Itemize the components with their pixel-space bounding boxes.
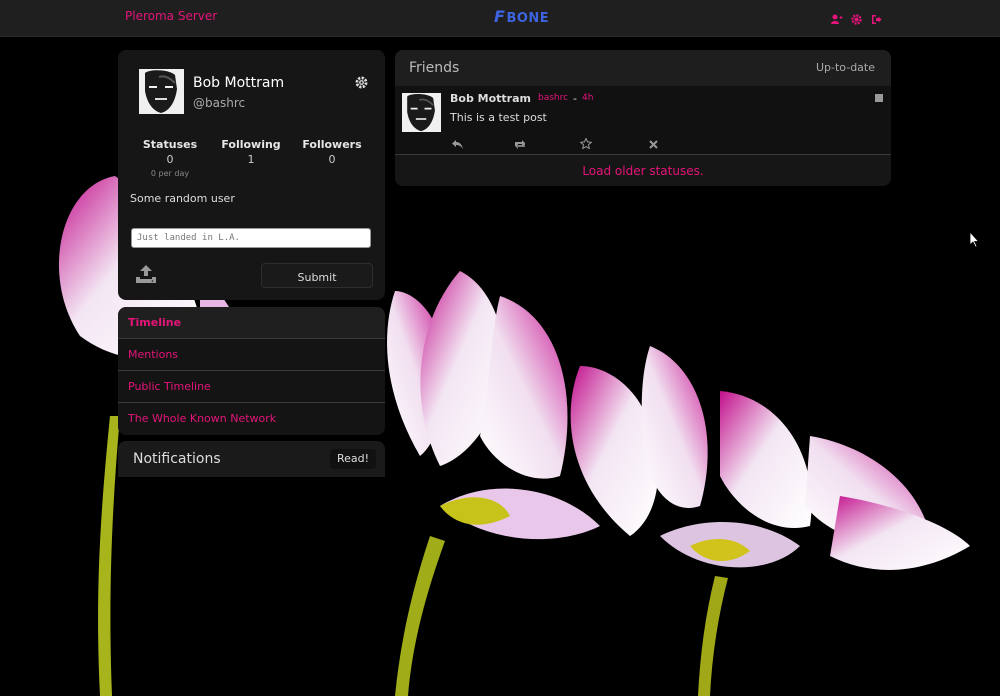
- user-avatar[interactable]: [139, 69, 184, 114]
- logo-text: BONE: [506, 11, 550, 26]
- delete-icon[interactable]: [649, 134, 658, 153]
- post-status-input[interactable]: [131, 228, 371, 248]
- site-name-link[interactable]: Pleroma Server: [125, 9, 217, 23]
- logout-icon[interactable]: [871, 10, 882, 24]
- upload-icon[interactable]: [136, 265, 156, 287]
- timeline-title: Friends: [409, 60, 460, 76]
- stat-subtext: 0 per day: [150, 169, 190, 178]
- stat-label: Statuses: [142, 138, 198, 151]
- stat-label: Followers: [302, 138, 362, 151]
- timeline-nav: Timeline Mentions Public Timeline The Wh…: [118, 307, 385, 435]
- status-avatar[interactable]: [402, 93, 441, 132]
- status-post: Bob Mottram bashrc - 4h This is a test p…: [395, 86, 891, 154]
- topbar-icons: [831, 10, 882, 25]
- stat-statuses: Statuses 0 0 per day: [130, 138, 210, 178]
- user-bio: Some random user: [130, 192, 235, 205]
- mark-read-button[interactable]: Read!: [330, 449, 376, 469]
- favorite-icon[interactable]: [579, 134, 593, 153]
- logo-letter: F: [494, 7, 506, 26]
- status-handle[interactable]: bashrc: [538, 93, 568, 103]
- stat-value: 0: [328, 153, 336, 166]
- status-author[interactable]: Bob Mottram: [450, 92, 531, 105]
- stat-followers: Followers 0: [292, 138, 372, 178]
- friends-timeline: Friends Up-to-date Bob Mottram bashrc - …: [395, 50, 891, 186]
- stat-value: 1: [247, 153, 255, 166]
- stat-following: Following 1: [211, 138, 291, 178]
- timeline-header: Friends Up-to-date: [395, 50, 891, 86]
- notifications-panel: Notifications Read!: [118, 441, 385, 477]
- nav-item-mentions[interactable]: Mentions: [118, 339, 385, 371]
- submit-button[interactable]: Submit: [261, 263, 373, 288]
- nav-item-public-timeline[interactable]: Public Timeline: [118, 371, 385, 403]
- nav-item-whole-network[interactable]: The Whole Known Network: [118, 403, 385, 435]
- gear-icon[interactable]: [355, 74, 368, 93]
- timeline-status: Up-to-date: [815, 61, 875, 74]
- status-separator: -: [573, 92, 577, 105]
- add-user-icon[interactable]: [831, 10, 843, 24]
- retweet-icon[interactable]: [514, 134, 526, 153]
- load-older-statuses-link[interactable]: Load older statuses.: [395, 154, 891, 186]
- user-handle: @bashrc: [193, 96, 246, 110]
- site-logo[interactable]: FBONE: [494, 7, 549, 26]
- reply-icon[interactable]: [452, 134, 463, 153]
- gear-icon[interactable]: [851, 10, 862, 25]
- status-actions: [452, 134, 662, 150]
- expand-icon[interactable]: [875, 94, 883, 102]
- nav-item-timeline[interactable]: Timeline: [118, 307, 385, 339]
- top-navbar: Pleroma Server FBONE: [0, 0, 1000, 37]
- mouse-cursor-icon: [970, 232, 980, 248]
- user-display-name[interactable]: Bob Mottram: [193, 75, 284, 91]
- notifications-title: Notifications: [133, 451, 221, 467]
- stat-value: 0: [166, 153, 174, 166]
- stat-label: Following: [221, 138, 281, 151]
- user-card: Bob Mottram @bashrc Statuses 0 0 per day…: [118, 50, 385, 300]
- user-stats: Statuses 0 0 per day Following 1 Followe…: [130, 138, 372, 178]
- status-text: This is a test post: [450, 111, 547, 124]
- status-timestamp[interactable]: 4h: [582, 93, 593, 103]
